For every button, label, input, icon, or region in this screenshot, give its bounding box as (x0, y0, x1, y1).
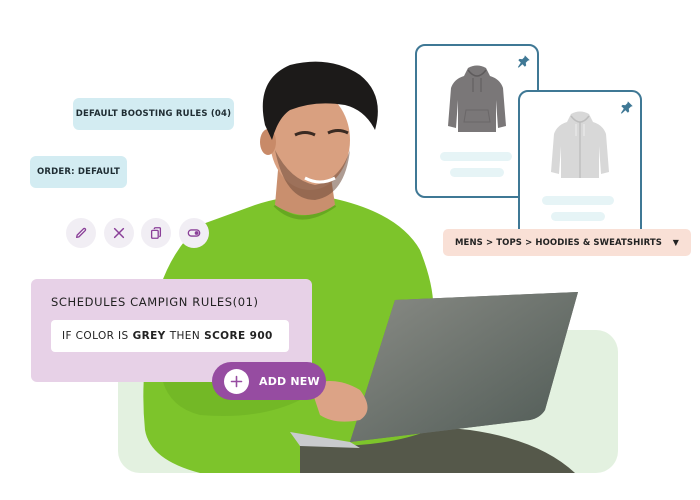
rule-condition-prefix: IF COLOR IS (62, 330, 129, 342)
campaign-rule[interactable]: IF COLOR IS GREY THEN SCORE 900 (51, 320, 289, 352)
title-placeholder (542, 196, 614, 205)
default-boosting-rules-chip[interactable]: DEFAULT BOOSTING RULES (04) (73, 98, 234, 130)
campaign-rules-title: SCHEDULES CAMPIGN RULES(01) (51, 295, 259, 309)
close-icon (113, 227, 125, 239)
delete-button[interactable] (104, 218, 134, 248)
edit-button[interactable] (66, 218, 96, 248)
rule-result: SCORE 900 (204, 330, 273, 342)
order-chip[interactable]: ORDER: DEFAULT (30, 156, 127, 188)
dark-grey-hoodie-image (448, 65, 506, 132)
pin-icon[interactable] (620, 100, 634, 114)
title-placeholder (440, 152, 512, 161)
default-boosting-rules-label: DEFAULT BOOSTING RULES (04) (75, 109, 232, 119)
order-label: ORDER: DEFAULT (36, 167, 121, 177)
rule-condition-value: GREY (132, 330, 166, 342)
light-grey-zip-hoodie-image (551, 111, 609, 178)
category-select[interactable]: MENS > TOPS > HOODIES & SWEATSHIRTS ▼ (443, 229, 691, 256)
caret-down-icon: ▼ (672, 238, 679, 247)
pencil-icon (75, 227, 87, 239)
add-new-button[interactable]: ADD NEW (212, 362, 326, 400)
product-card[interactable] (518, 90, 642, 250)
price-placeholder (551, 212, 605, 221)
rule-then: THEN (169, 330, 201, 342)
add-new-label: ADD NEW (259, 374, 320, 388)
toggle-button[interactable] (179, 218, 209, 248)
copy-icon (150, 227, 162, 239)
price-placeholder (450, 168, 504, 177)
plus-icon (224, 368, 249, 394)
duplicate-button[interactable] (141, 218, 171, 248)
category-path: MENS > TOPS > HOODIES & SWEATSHIRTS (455, 237, 663, 248)
toggle-icon (187, 229, 201, 237)
pin-icon[interactable] (517, 54, 531, 68)
